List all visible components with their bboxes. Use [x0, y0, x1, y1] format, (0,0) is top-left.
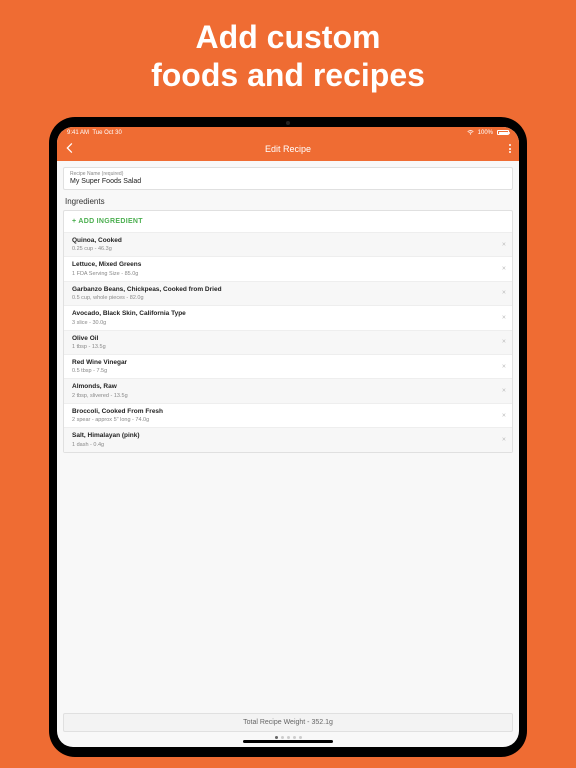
- ingredient-amount: 0.5 tbsp - 7.5g: [72, 368, 496, 374]
- remove-ingredient-button[interactable]: ×: [502, 339, 506, 346]
- more-button[interactable]: [509, 144, 511, 153]
- ingredient-amount: 2 spear - approx 5" long - 74.0g: [72, 417, 496, 423]
- dot: [281, 736, 284, 739]
- page-title: Edit Recipe: [265, 144, 311, 154]
- home-indicator[interactable]: [243, 740, 333, 743]
- ingredient-row[interactable]: Almonds, Raw 2 tbsp, slivered - 13.5g ×: [64, 378, 512, 402]
- battery-pct: 100%: [478, 130, 493, 136]
- ingredient-name: Quinoa, Cooked: [72, 237, 496, 245]
- ingredient-row[interactable]: Olive Oil1 tbsp - 13.5g ×: [64, 330, 512, 354]
- remove-ingredient-button[interactable]: ×: [502, 290, 506, 297]
- ingredient-row[interactable]: Red Wine Vinegar0.5 tbsp - 7.5g ×: [64, 354, 512, 378]
- ingredient-amount: 1 tbsp - 13.5g: [72, 344, 496, 350]
- ingredient-name: Red Wine Vinegar: [72, 359, 496, 367]
- ingredient-name: Lettuce, Mixed Greens: [72, 261, 496, 269]
- ingredients-card: + ADD INGREDIENT Quinoa, Cooked0.25 cup …: [63, 210, 513, 453]
- dot: [287, 736, 290, 739]
- ingredient-name: Almonds, Raw: [72, 383, 496, 391]
- field-label: Recipe Name (required): [64, 168, 512, 177]
- ingredient-row[interactable]: Avocado, Black Skin, California Type 3 sl…: [64, 305, 512, 329]
- ingredient-row[interactable]: Garbanzo Beans, Chickpeas, Cooked from D…: [64, 281, 512, 305]
- nav-bar: Edit Recipe: [57, 139, 519, 161]
- ingredient-name: Olive Oil: [72, 335, 496, 343]
- status-time: 9:41 AM Tue Oct 30: [67, 130, 122, 136]
- add-ingredient-button[interactable]: + ADD INGREDIENT: [64, 211, 512, 232]
- recipe-name-input[interactable]: My Super Foods Salad: [64, 177, 512, 189]
- ingredients-heading: Ingredients: [65, 197, 511, 206]
- ingredient-name: Avocado, Black Skin, California Type: [72, 310, 496, 318]
- status-right: 100%: [467, 130, 509, 136]
- remove-ingredient-button[interactable]: ×: [502, 437, 506, 444]
- tablet-frame: 9:41 AM Tue Oct 30 100% Edit Recipe Reci…: [49, 117, 527, 757]
- ingredient-row[interactable]: Quinoa, Cooked0.25 cup - 46.3g ×: [64, 232, 512, 256]
- ingredient-amount: 2 tbsp, slivered - 13.5g: [72, 393, 496, 399]
- dot: [299, 736, 302, 739]
- ingredient-row[interactable]: Lettuce, Mixed Greens 1 FDA Serving Size …: [64, 256, 512, 280]
- back-button[interactable]: [65, 142, 73, 156]
- ingredient-amount: 3 slice - 30.0g: [72, 320, 496, 326]
- content-area: Recipe Name (required) My Super Foods Sa…: [57, 161, 519, 747]
- remove-ingredient-button[interactable]: ×: [502, 388, 506, 395]
- recipe-name-field[interactable]: Recipe Name (required) My Super Foods Sa…: [63, 167, 513, 190]
- dot: [293, 736, 296, 739]
- remove-ingredient-button[interactable]: ×: [502, 314, 506, 321]
- app-screen: 9:41 AM Tue Oct 30 100% Edit Recipe Reci…: [57, 127, 519, 747]
- ingredient-amount: 1 dash - 0.4g: [72, 442, 496, 448]
- status-bar: 9:41 AM Tue Oct 30 100%: [57, 127, 519, 139]
- chevron-left-icon: [65, 143, 73, 153]
- ingredient-amount: 0.5 cup, whole pieces - 82.0g: [72, 295, 496, 301]
- remove-ingredient-button[interactable]: ×: [502, 241, 506, 248]
- ingredient-list: Quinoa, Cooked0.25 cup - 46.3g×Lettuce, …: [64, 232, 512, 452]
- ingredient-amount: 1 FDA Serving Size - 85.0g: [72, 271, 496, 277]
- promo-line2: foods and recipes: [0, 56, 576, 94]
- total-weight: Total Recipe Weight - 352.1g: [63, 713, 513, 732]
- remove-ingredient-button[interactable]: ×: [502, 363, 506, 370]
- promo-heading: Add custom foods and recipes: [0, 0, 576, 117]
- ingredient-name: Garbanzo Beans, Chickpeas, Cooked from D…: [72, 286, 496, 294]
- wifi-icon: [467, 130, 474, 135]
- ingredient-row[interactable]: Broccoli, Cooked From Fresh2 spear - app…: [64, 403, 512, 427]
- ingredient-row[interactable]: Salt, Himalayan (pink) 1 dash - 0.4g ×: [64, 427, 512, 451]
- ingredient-name: Broccoli, Cooked From Fresh: [72, 408, 496, 416]
- dot-active: [275, 736, 278, 739]
- ingredient-amount: 0.25 cup - 46.3g: [72, 246, 496, 252]
- remove-ingredient-button[interactable]: ×: [502, 412, 506, 419]
- promo-line1: Add custom: [0, 18, 576, 56]
- remove-ingredient-button[interactable]: ×: [502, 265, 506, 272]
- battery-icon: [497, 130, 509, 135]
- ingredient-name: Salt, Himalayan (pink): [72, 432, 496, 440]
